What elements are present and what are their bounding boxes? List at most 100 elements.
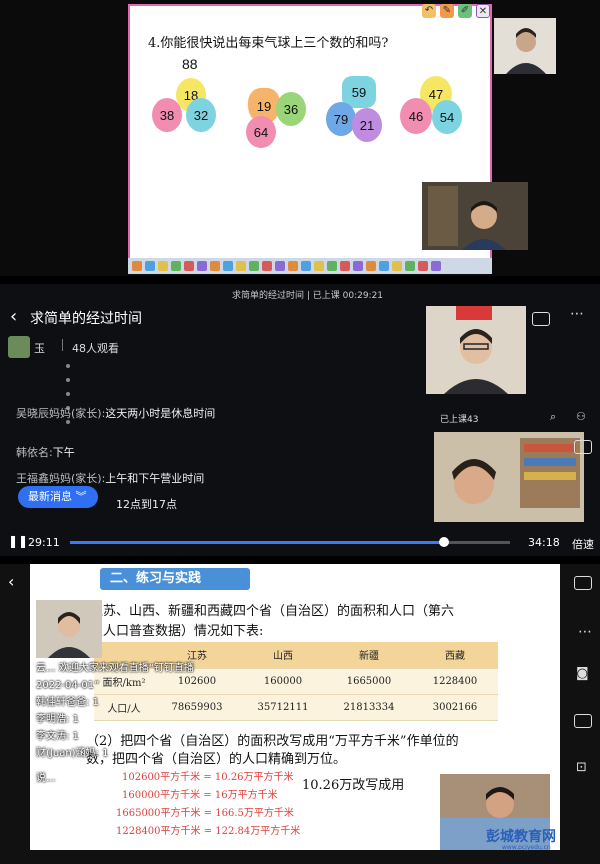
host-name: 玉 bbox=[34, 342, 45, 355]
tool-icon[interactable] bbox=[249, 261, 259, 271]
chat-message: 2022-04-01” bbox=[36, 680, 100, 691]
playback-speed-button[interactable]: 倍速 bbox=[572, 536, 594, 552]
tool-icon[interactable] bbox=[236, 261, 246, 271]
teacher-camera bbox=[36, 600, 102, 658]
problem-text: 江苏、山西、新疆和西藏四个省（自治区）的面积和人口（第六 bbox=[90, 604, 455, 619]
tool-icon[interactable] bbox=[197, 261, 207, 271]
lock-icon[interactable]: ⊡ bbox=[576, 760, 587, 775]
chat-sender: 王福鑫妈妈(家长): bbox=[16, 472, 106, 485]
watermark-logo: 彭城教育网 bbox=[486, 829, 556, 845]
student-camera bbox=[434, 432, 584, 522]
seek-handle[interactable] bbox=[439, 537, 449, 547]
table-cell: 1228400 bbox=[412, 668, 498, 695]
balloon: 64 bbox=[246, 116, 276, 148]
screen-share-icon[interactable] bbox=[574, 440, 592, 454]
person-icon bbox=[494, 18, 556, 74]
tool-icon[interactable] bbox=[353, 261, 363, 271]
tool-icon[interactable] bbox=[418, 261, 428, 271]
tool-icon[interactable] bbox=[184, 261, 194, 271]
balloon: 46 bbox=[400, 98, 432, 134]
undo-icon[interactable]: ↶ bbox=[422, 4, 436, 18]
slide-toolbar: ↶ ✎ ✐ ✕ bbox=[400, 2, 490, 20]
latest-messages-button[interactable]: 最新消息 ︾ bbox=[18, 486, 98, 508]
avatar[interactable] bbox=[8, 336, 30, 358]
chat-message: 韩依名:下午 bbox=[16, 444, 75, 460]
total-time: 34:18 bbox=[528, 536, 560, 549]
tool-icon[interactable] bbox=[132, 261, 142, 271]
tool-icon[interactable] bbox=[158, 261, 168, 271]
chat-text: 下午 bbox=[52, 446, 75, 459]
screen-share-icon[interactable] bbox=[574, 576, 592, 590]
chat-sender: 吴晓辰妈妈(家长): bbox=[16, 407, 106, 420]
tool-icon[interactable]: ✎ bbox=[440, 4, 454, 18]
screen-share-icon[interactable] bbox=[532, 312, 550, 326]
balloon: 32 bbox=[186, 98, 216, 132]
user-icon[interactable]: ⚇ bbox=[576, 410, 586, 423]
tool-icon[interactable] bbox=[288, 261, 298, 271]
tool-icon[interactable] bbox=[327, 261, 337, 271]
current-time: 29:11 bbox=[28, 536, 60, 549]
tool-icon[interactable] bbox=[405, 261, 415, 271]
table-cell: 160000 bbox=[240, 668, 326, 695]
table-cell: 3002166 bbox=[412, 694, 498, 721]
chat-message: 财(Juan)涵妈: 1 bbox=[36, 748, 109, 759]
section-title: 二、练习与实践 bbox=[100, 568, 250, 590]
table-cell: 35712111 bbox=[240, 694, 326, 721]
balloon: 36 bbox=[276, 92, 306, 126]
viewer-count: 48人观看 bbox=[72, 342, 119, 355]
camera-icon[interactable]: ◙ bbox=[576, 666, 589, 681]
balloon: 54 bbox=[432, 100, 462, 134]
watermark-url: www.pcjyedu.cn bbox=[502, 844, 551, 851]
answer-label: 88 bbox=[182, 56, 198, 72]
tool-icon[interactable] bbox=[314, 261, 324, 271]
tool-icon[interactable] bbox=[210, 261, 220, 271]
chat-message: 李文涛: 1 bbox=[36, 731, 79, 742]
chat-message: 12点到17点 bbox=[116, 496, 177, 512]
tool-icon[interactable] bbox=[340, 261, 350, 271]
seek-fill bbox=[70, 541, 444, 544]
balloon: 38 bbox=[152, 98, 182, 132]
more-icon[interactable]: ⋯ bbox=[578, 624, 592, 640]
back-arrow-icon[interactable]: ‹ bbox=[8, 572, 14, 591]
app-brand: 钉钉直播 bbox=[34, 576, 78, 589]
chat-message: 韩佳轩爸爸: 1 bbox=[36, 697, 99, 708]
tool-icon[interactable] bbox=[262, 261, 272, 271]
panel-math-balloons: 4.你能很快说出每束气球上三个数的和吗? 88 18 38 32 19 36 6… bbox=[0, 0, 600, 276]
search-icon[interactable]: ⌕ bbox=[550, 410, 556, 424]
more-icon[interactable]: ⋯ bbox=[570, 306, 584, 322]
tool-icon[interactable] bbox=[223, 261, 233, 271]
panel-live-lesson: 求简单的经过时间 | 已上课 00:29:21 ‹ 求简单的经过时间 玉 48人… bbox=[0, 284, 600, 556]
tool-icon[interactable] bbox=[145, 261, 155, 271]
seek-track[interactable] bbox=[70, 537, 510, 547]
table-cell: 1665000 bbox=[326, 668, 412, 695]
tool-icon[interactable] bbox=[392, 261, 402, 271]
window-title-bar: 求简单的经过时间 | 已上课 00:29:21 bbox=[232, 291, 384, 301]
dot-icon bbox=[66, 364, 70, 368]
chat-message: 说... bbox=[36, 773, 56, 784]
table-header: 西藏 bbox=[412, 642, 498, 669]
tool-icon[interactable] bbox=[301, 261, 311, 271]
video-progress-bar: ❚❚ 29:11 34:18 倍速 bbox=[0, 528, 600, 556]
back-arrow-icon[interactable]: ‹ bbox=[10, 306, 17, 327]
table-header: 山西 bbox=[240, 642, 326, 669]
teacher-camera bbox=[494, 18, 556, 74]
close-icon[interactable]: ✕ bbox=[476, 4, 490, 18]
chat-message: 李明浩: 1 bbox=[36, 714, 79, 725]
tool-icon[interactable] bbox=[379, 261, 389, 271]
tool-icon[interactable] bbox=[171, 261, 181, 271]
pause-icon[interactable]: ❚❚ bbox=[8, 534, 28, 548]
balloon: 79 bbox=[326, 102, 356, 136]
pen-icon[interactable]: ✐ bbox=[458, 4, 472, 18]
tool-icon[interactable] bbox=[366, 261, 376, 271]
chat-message: 王福鑫妈妈(家长):上午和下午营业时间 bbox=[16, 470, 204, 486]
latest-messages-label: 最新消息 bbox=[28, 490, 72, 503]
chevron-down-icon: ︾ bbox=[75, 490, 87, 503]
tool-icon[interactable] bbox=[275, 261, 285, 271]
calc-line: 1665000平方千米 = 166.5万平方千米 bbox=[116, 808, 294, 819]
balloon: 21 bbox=[352, 108, 382, 142]
whiteboard-tool-bar bbox=[128, 258, 492, 274]
overlay-chat: 云... 欢迎大家来观看直播“钉钉直播 2022-04-01” 韩佳轩爸爸: 1… bbox=[36, 660, 194, 787]
screen-share-icon[interactable] bbox=[574, 714, 592, 728]
person-icon bbox=[434, 432, 584, 522]
tool-icon[interactable] bbox=[431, 261, 441, 271]
